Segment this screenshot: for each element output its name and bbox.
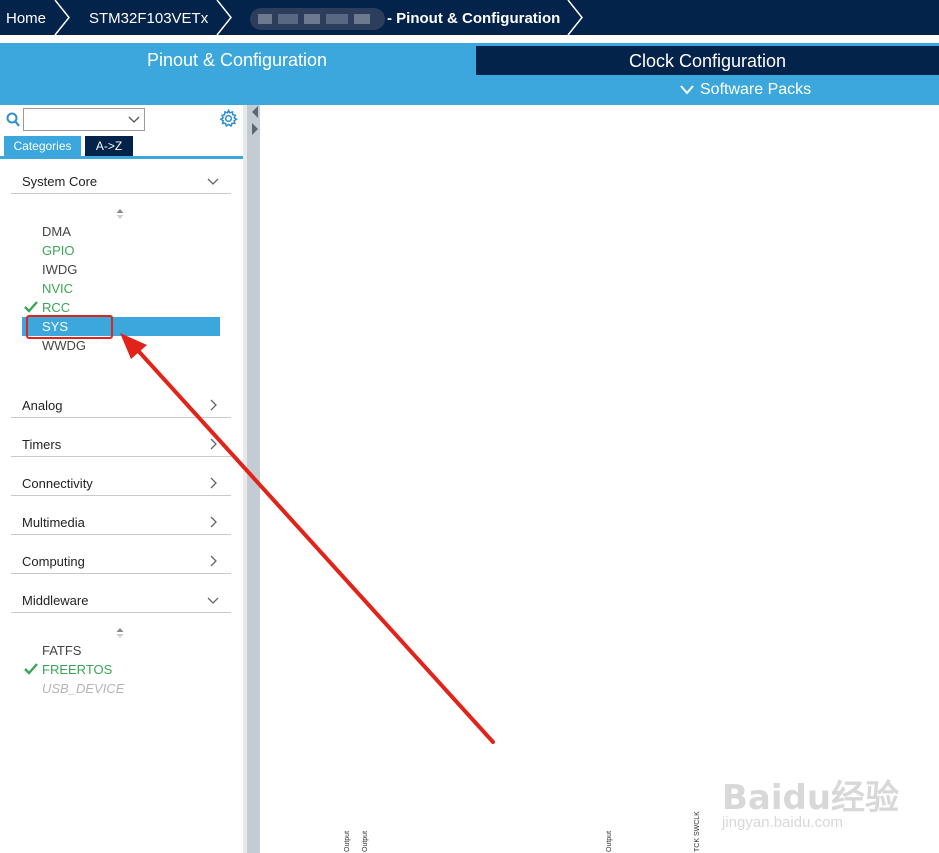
watermark-logo-text: Baidu经验 bbox=[722, 778, 900, 818]
category-label: Timers bbox=[22, 437, 62, 452]
list-item-gpio[interactable]: GPIO bbox=[42, 242, 75, 259]
gear-icon[interactable] bbox=[219, 109, 238, 128]
list-item-nvic[interactable]: NVIC bbox=[42, 280, 73, 297]
chevron-down-icon bbox=[207, 178, 219, 185]
tab-categories[interactable]: Categories bbox=[4, 136, 81, 156]
list-item-dma[interactable]: DMA bbox=[42, 223, 71, 240]
pin-label: TCK SWCLK bbox=[694, 811, 701, 852]
annotation-highlight-box bbox=[26, 315, 113, 339]
chevron-right-icon bbox=[54, 0, 70, 35]
list-item-freertos[interactable]: FREERTOS bbox=[42, 661, 112, 678]
chevron-right-icon bbox=[216, 0, 232, 35]
chevron-right-icon bbox=[210, 399, 217, 411]
breadcrumb-current-page[interactable]: - Pinout & Configuration bbox=[387, 0, 560, 35]
collapse-left-icon[interactable] bbox=[252, 106, 259, 118]
category-label: Middleware bbox=[22, 593, 89, 608]
category-system-core[interactable]: System Core bbox=[11, 172, 231, 194]
category-computing[interactable]: Computing bbox=[11, 552, 231, 574]
chevron-right-icon bbox=[210, 516, 217, 528]
category-connectivity[interactable]: Connectivity bbox=[11, 474, 231, 496]
category-analog[interactable]: Analog bbox=[11, 396, 231, 418]
watermark-url: jingyan.baidu.com bbox=[722, 814, 843, 831]
pinout-canvas[interactable]: Output Output Output TCK SWCLK bbox=[260, 105, 939, 853]
redacted-project-name bbox=[250, 8, 385, 30]
pin-label: Output bbox=[362, 830, 369, 852]
panel-splitter[interactable] bbox=[247, 105, 260, 853]
check-icon bbox=[24, 663, 38, 675]
sort-icon[interactable] bbox=[116, 208, 124, 220]
breadcrumb: Home STM32F103VETx - Pinout & Configurat… bbox=[0, 0, 939, 37]
software-packs-label: Software Packs bbox=[700, 81, 812, 98]
category-middleware[interactable]: Middleware bbox=[11, 591, 231, 613]
breadcrumb-device[interactable]: STM32F103VETx bbox=[89, 0, 208, 35]
breadcrumb-home[interactable]: Home bbox=[6, 0, 46, 35]
category-label: Computing bbox=[22, 554, 85, 569]
list-item-iwdg[interactable]: IWDG bbox=[42, 261, 77, 278]
chevron-right-icon bbox=[567, 0, 583, 35]
pin-label: Output bbox=[606, 830, 613, 852]
component-sidebar: Categories A->Z System Core DMA GPIO IWD… bbox=[0, 105, 243, 853]
list-item-rcc[interactable]: RCC bbox=[42, 299, 70, 316]
category-label: Connectivity bbox=[22, 476, 93, 491]
pin-label: Output bbox=[344, 830, 351, 852]
main-tab-bar: Pinout & Configuration Clock Configurati… bbox=[0, 43, 939, 105]
check-icon bbox=[24, 301, 38, 313]
tab-underline bbox=[0, 156, 243, 159]
search-input[interactable] bbox=[23, 108, 145, 131]
chevron-right-icon bbox=[210, 555, 217, 567]
category-label: Analog bbox=[22, 398, 63, 413]
expand-right-icon[interactable] bbox=[252, 123, 259, 135]
list-item-fatfs[interactable]: FATFS bbox=[42, 642, 81, 659]
chevron-down-icon bbox=[680, 85, 694, 95]
sort-icon[interactable] bbox=[116, 627, 124, 639]
list-item-usb-device: USB_DEVICE bbox=[42, 681, 125, 696]
chevron-down-icon bbox=[207, 597, 219, 604]
tab-a-to-z[interactable]: A->Z bbox=[85, 136, 133, 156]
category-multimedia[interactable]: Multimedia bbox=[11, 513, 231, 535]
chevron-right-icon bbox=[210, 477, 217, 489]
tab-pinout-configuration[interactable]: Pinout & Configuration bbox=[0, 43, 474, 75]
chevron-down-icon[interactable] bbox=[128, 115, 140, 125]
chevron-right-icon bbox=[210, 438, 217, 450]
search-icon[interactable] bbox=[6, 112, 20, 128]
category-label: Multimedia bbox=[22, 515, 85, 530]
list-item-wwdg[interactable]: WWDG bbox=[42, 337, 86, 354]
tab-clock-configuration[interactable]: Clock Configuration bbox=[476, 46, 939, 75]
category-label: System Core bbox=[22, 174, 98, 189]
watermark: Baidu经验 jingyan.baidu.com bbox=[718, 748, 918, 838]
category-timers[interactable]: Timers bbox=[11, 435, 231, 457]
